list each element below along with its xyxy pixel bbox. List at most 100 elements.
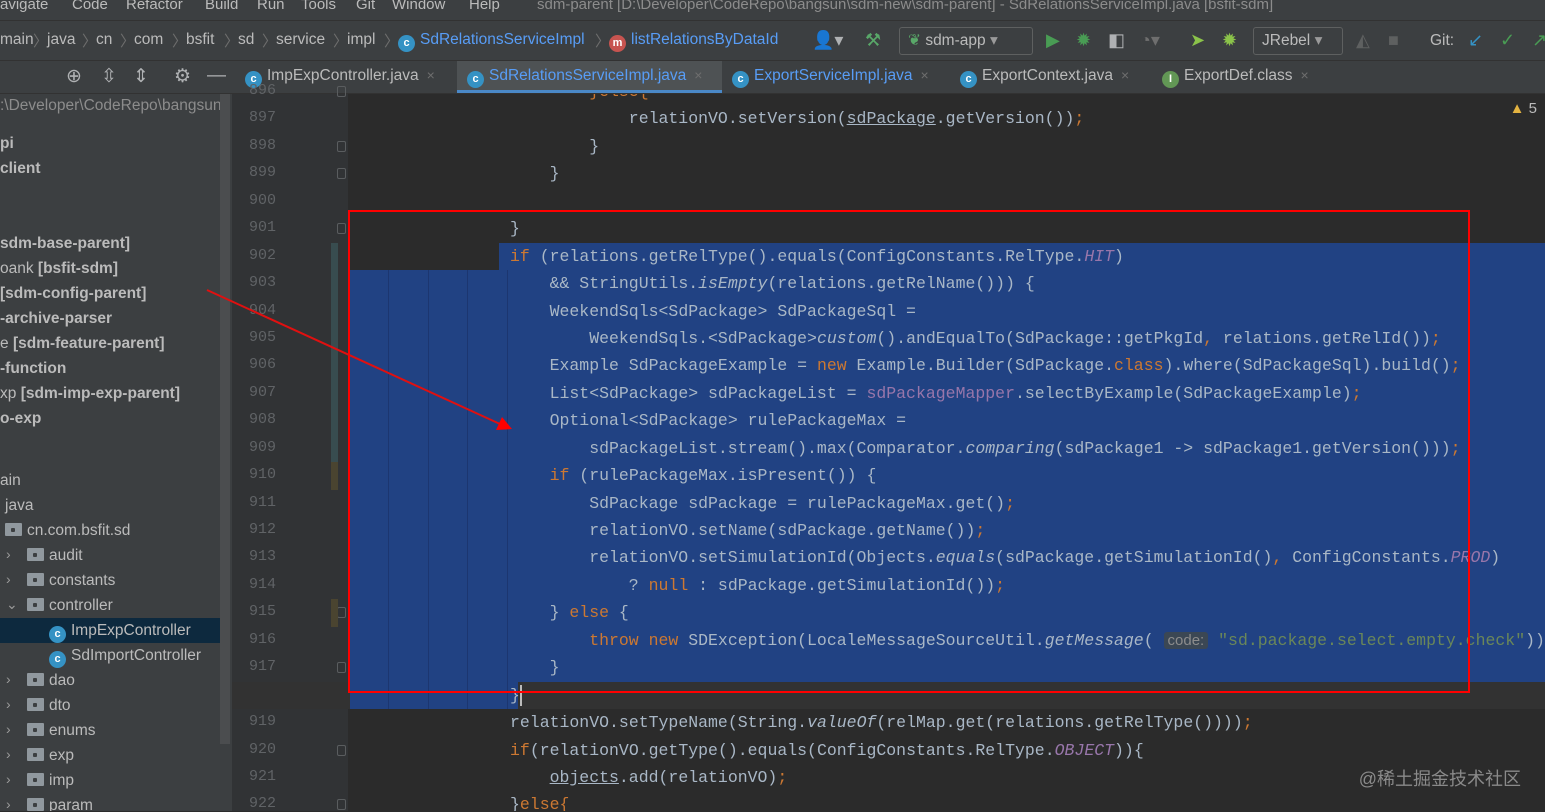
close-icon[interactable]: × <box>694 67 702 83</box>
locate-icon[interactable]: ⊕ <box>66 65 82 88</box>
code-line[interactable]: sdPackageList.stream().max(Comparator.co… <box>232 434 1545 463</box>
menu-item-run[interactable]: Run <box>257 0 285 13</box>
close-icon[interactable]: × <box>427 67 435 83</box>
breadcrumb-item[interactable]: c SdRelationsServiceImpl <box>398 31 585 52</box>
chevron-right-icon[interactable]: › <box>6 746 11 762</box>
menu-item-git[interactable]: Git <box>356 0 375 13</box>
close-icon[interactable]: × <box>921 67 929 83</box>
tree-item-param[interactable]: param <box>27 793 93 811</box>
code-line[interactable]: relationVO.setVersion(sdPackage.getVersi… <box>232 105 1545 132</box>
menu-item-help[interactable]: Help <box>469 0 500 13</box>
profile-icon[interactable]: ◔▾ <box>1140 30 1160 51</box>
git-commit-icon[interactable]: ✓ <box>1500 30 1515 51</box>
code-line[interactable]: && StringUtils.isEmpty(relations.getRelN… <box>232 270 1545 298</box>
code-line[interactable]: objects.add(relationVO); <box>232 764 1545 791</box>
code-line[interactable]: }else{ <box>232 94 1545 105</box>
sidebar-scrollbar[interactable] <box>220 94 230 744</box>
tree-item-audit[interactable]: audit <box>27 543 83 568</box>
code-line[interactable]: } <box>232 160 1545 187</box>
debug-icon[interactable]: ✹ <box>1076 30 1091 51</box>
code-editor[interactable]: }else{relationVO.setVersion(sdPackage.ge… <box>232 94 1545 811</box>
tree-item-java[interactable]: java <box>5 493 33 518</box>
coverage-icon[interactable]: ◧ <box>1108 30 1125 51</box>
code-line[interactable] <box>232 188 1545 215</box>
code-line[interactable]: if (relations.getRelType().equals(Config… <box>232 242 1545 271</box>
inspection-widget[interactable]: ▲ 5 <box>1510 100 1537 117</box>
code-line[interactable]: if (rulePackageMax.isPresent()) { <box>232 462 1545 490</box>
module-item[interactable]: -function <box>0 356 66 381</box>
run-config-dropdown[interactable]: ❦ sdm-app ▾ <box>899 27 1033 55</box>
chevron-right-icon[interactable]: › <box>6 771 11 787</box>
module-item[interactable]: -archive-parser <box>0 306 112 331</box>
chevron-right-icon[interactable]: › <box>6 571 11 587</box>
jrebel-attach-icon[interactable]: ◭ <box>1356 30 1370 51</box>
breadcrumb-item[interactable]: cn <box>96 31 112 49</box>
tree-item-sdimportcontroller[interactable]: c SdImportController <box>49 643 201 668</box>
chevron-right-icon[interactable]: › <box>6 721 11 737</box>
code-line[interactable]: if(relationVO.getType().equals(ConfigCon… <box>232 737 1545 764</box>
module-item[interactable]: pi <box>0 131 14 156</box>
tree-item-impexpcontroller[interactable]: c ImpExpController <box>49 618 191 643</box>
tree-item-controller[interactable]: controller <box>27 593 113 618</box>
code-line[interactable]: }else{ <box>232 791 1545 811</box>
module-item[interactable]: e [sdm-feature-parent] <box>0 331 165 356</box>
tab-exportcontext-java[interactable]: c ExportContext.java × <box>950 61 1152 93</box>
code-line[interactable]: } <box>232 654 1545 682</box>
code-line[interactable]: WeekendSqls<SdPackage> SdPackageSql = <box>232 297 1545 325</box>
code-line[interactable]: } <box>232 681 1545 710</box>
tree-item-dto[interactable]: dto <box>27 693 71 718</box>
code-line[interactable]: Example SdPackageExample = new Example.B… <box>232 352 1545 380</box>
breadcrumb-item[interactable]: main <box>0 31 34 49</box>
stop-icon[interactable]: ■ <box>1388 30 1399 51</box>
module-item[interactable]: [sdm-config-parent] <box>0 281 146 306</box>
code-line[interactable]: List<SdPackage> sdPackageList = sdPackag… <box>232 379 1545 408</box>
gear-icon[interactable]: ⚙ <box>174 65 191 88</box>
breadcrumb-item[interactable]: impl <box>347 31 375 49</box>
code-line[interactable]: } else { <box>232 599 1545 627</box>
hide-icon[interactable]: — <box>207 65 226 87</box>
code-line[interactable]: relationVO.setTypeName(String.valueOf(re… <box>232 709 1545 736</box>
tree-item-dao[interactable]: dao <box>27 668 75 693</box>
code-line[interactable]: relationVO.setName(sdPackage.getName()); <box>232 517 1545 545</box>
module-item[interactable]: client <box>0 156 40 181</box>
tree-item-cn-com-bsfit-sd[interactable]: cn.com.bsfit.sd <box>5 518 130 543</box>
chevron-down-icon[interactable]: ⌄ <box>6 596 18 613</box>
menu-item-avigate[interactable]: avigate <box>0 0 48 13</box>
code-line[interactable]: } <box>232 133 1545 160</box>
code-line[interactable]: relationVO.setSimulationId(Objects.equal… <box>232 544 1545 572</box>
menu-item-build[interactable]: Build <box>205 0 238 13</box>
code-line[interactable]: } <box>232 215 1545 242</box>
git-push-icon[interactable]: ↗ <box>1532 30 1545 51</box>
module-item[interactable]: oank [bsfit-sdm] <box>0 256 118 281</box>
user-icon[interactable]: 👤▾ <box>812 30 843 51</box>
close-icon[interactable]: × <box>1121 67 1129 83</box>
jrebel-run-icon[interactable]: ➤ <box>1190 30 1205 51</box>
menu-item-tools[interactable]: Tools <box>301 0 336 13</box>
breadcrumb-item[interactable]: java <box>47 31 75 49</box>
breadcrumb-item[interactable]: com <box>134 31 163 49</box>
build-hammer-icon[interactable]: ⚒ <box>865 30 881 51</box>
tab-exportdef-class[interactable]: I ExportDef.class × <box>1152 61 1322 93</box>
code-line[interactable]: ? null : sdPackage.getSimulationId()); <box>232 571 1545 600</box>
module-item[interactable]: xp [sdm-imp-exp-parent] <box>0 381 180 406</box>
breadcrumb-item[interactable]: m listRelationsByDataId <box>609 31 778 52</box>
chevron-right-icon[interactable]: › <box>6 671 11 687</box>
chevron-right-icon[interactable]: › <box>6 546 11 562</box>
tree-item-exp[interactable]: exp <box>27 743 74 768</box>
menu-item-refactor[interactable]: Refactor <box>126 0 183 13</box>
breadcrumb-item[interactable]: service <box>276 31 325 49</box>
tree-item-imp[interactable]: imp <box>27 768 74 793</box>
tree-item-constants[interactable]: constants <box>27 568 115 593</box>
jrebel-debug-icon[interactable]: ✹ <box>1222 30 1237 51</box>
code-line[interactable]: SdPackage sdPackage = rulePackageMax.get… <box>232 489 1545 518</box>
menu-item-code[interactable]: Code <box>72 0 108 13</box>
chevron-right-icon[interactable]: › <box>6 696 11 712</box>
module-item[interactable]: sdm-base-parent] <box>0 231 130 256</box>
code-line[interactable]: throw new SDException(LocaleMessageSourc… <box>232 626 1545 655</box>
tree-item-ain[interactable]: ain <box>0 468 21 493</box>
tree-item-enums[interactable]: enums <box>27 718 96 743</box>
tab-sdrelationsserviceimpl-java[interactable]: c SdRelationsServiceImpl.java × <box>457 61 722 93</box>
module-item[interactable]: o-exp <box>0 406 41 431</box>
run-icon[interactable]: ▶ <box>1046 30 1060 51</box>
menu-item-window[interactable]: Window <box>392 0 445 13</box>
